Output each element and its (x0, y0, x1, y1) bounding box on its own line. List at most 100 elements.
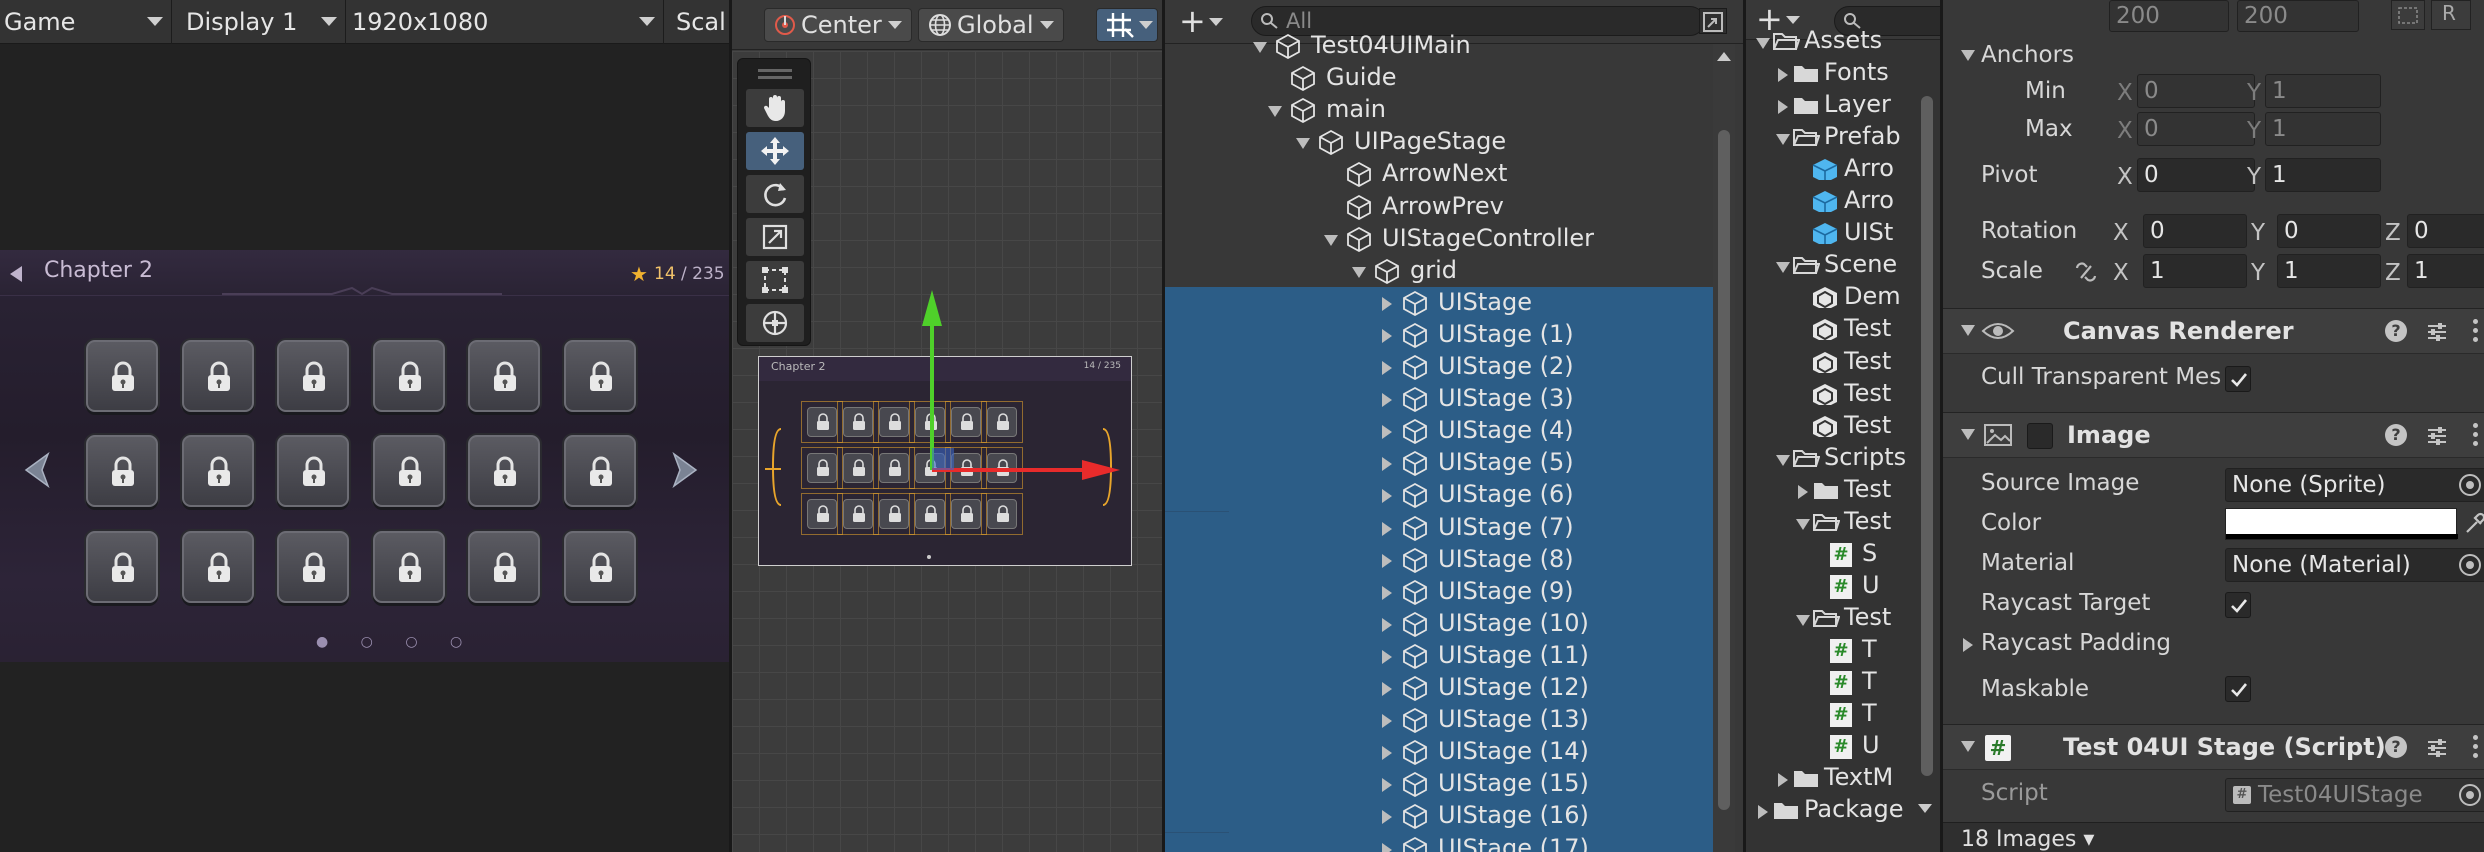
project-item[interactable]: Arro (1746, 154, 1916, 186)
scale-x-field[interactable]: 1 (2143, 254, 2247, 288)
scroll-up-icon[interactable] (1717, 52, 1731, 61)
presets-icon[interactable] (2425, 424, 2449, 448)
hand-tool-button[interactable] (746, 89, 804, 127)
collapse-arrow-icon[interactable] (1382, 746, 1392, 761)
hierarchy-item[interactable]: UIStage (8) (1165, 543, 1713, 576)
stage-tile[interactable] (468, 340, 540, 412)
hierarchy-item[interactable]: UIStage (1) (1165, 318, 1713, 351)
size-height-field[interactable]: 200 (2237, 0, 2359, 32)
display-dropdown[interactable]: Display 1 (172, 0, 346, 44)
link-icon[interactable] (2073, 260, 2099, 284)
collapse-arrow-icon[interactable] (1778, 68, 1788, 83)
stage-tile[interactable] (277, 340, 349, 412)
scale-y-field[interactable]: 1 (2277, 254, 2381, 288)
stage-tile[interactable] (277, 531, 349, 603)
collapse-arrow-icon[interactable] (1382, 682, 1392, 696)
project-item[interactable]: Fonts (1746, 58, 1916, 90)
rotation-x-field[interactable]: 0 (2143, 214, 2247, 248)
project-item[interactable]: # S (1746, 539, 1916, 571)
project-item[interactable]: Scene (1746, 250, 1916, 282)
help-icon[interactable]: ? (2385, 424, 2407, 446)
arrow-next-icon[interactable] (672, 452, 700, 488)
expand-arrow-icon[interactable] (1796, 518, 1810, 530)
project-item[interactable]: Test (1746, 347, 1916, 379)
stage-tile[interactable] (564, 531, 636, 603)
project-item[interactable]: Test (1746, 475, 1916, 507)
hierarchy-scrollbar[interactable] (1713, 44, 1735, 852)
stage-tile[interactable] (86, 531, 158, 603)
foldout-icon[interactable] (1961, 325, 1975, 336)
scale-z-field[interactable]: 1 (2407, 254, 2484, 288)
eyedropper-icon[interactable] (2463, 512, 2484, 536)
source-image-field[interactable]: None (Sprite) (2225, 468, 2484, 502)
project-item[interactable]: # U (1746, 731, 1916, 763)
expand-arrow-icon[interactable] (1296, 138, 1310, 150)
project-item[interactable]: TextM (1746, 763, 1916, 795)
collapse-arrow-icon[interactable] (1382, 617, 1392, 632)
project-item[interactable]: # U (1746, 571, 1916, 603)
rect-tool-button[interactable] (746, 261, 804, 299)
collapse-arrow-icon[interactable] (1758, 805, 1768, 820)
stage-tile[interactable] (468, 531, 540, 603)
hierarchy-item[interactable]: UIStage (9) (1165, 575, 1713, 608)
hierarchy-item[interactable]: UIStageController (1165, 223, 1713, 255)
object-picker-icon[interactable] (2459, 554, 2481, 576)
project-scrollbar[interactable] (1916, 44, 1938, 814)
stage-tile[interactable] (277, 435, 349, 507)
expand-arrow-icon[interactable] (1776, 134, 1790, 146)
stage-tile[interactable] (86, 435, 158, 507)
hierarchy-item[interactable]: Guide (1165, 62, 1713, 94)
game-mode-dropdown[interactable]: Game (0, 0, 172, 44)
stage-tile[interactable] (373, 531, 445, 603)
hierarchy-item[interactable]: UIStage (12) (1165, 672, 1713, 704)
expand-arrow-icon[interactable] (1756, 38, 1770, 49)
context-menu-icon[interactable] (2473, 735, 2479, 759)
project-item[interactable]: Dem (1746, 282, 1916, 314)
hierarchy-item[interactable]: Test04UIMain (1165, 30, 1713, 62)
collapse-arrow-icon[interactable] (1382, 521, 1392, 536)
project-item[interactable]: Arro (1746, 186, 1916, 218)
chevron-down-icon[interactable] (1786, 16, 1800, 24)
collapse-arrow-icon[interactable] (1382, 585, 1392, 600)
collapse-arrow-icon[interactable] (1382, 810, 1392, 825)
hierarchy-item[interactable]: main (1165, 94, 1713, 126)
hierarchy-item[interactable]: UIStage (1165, 286, 1713, 319)
transform-tool-button[interactable] (746, 304, 804, 342)
foldout-icon[interactable] (1961, 741, 1975, 752)
help-icon[interactable]: ? (2385, 320, 2407, 342)
scroll-down-icon[interactable] (1918, 804, 1932, 813)
expand-arrow-icon[interactable] (1796, 614, 1810, 626)
project-item[interactable]: Test (1746, 411, 1916, 443)
hierarchy-item[interactable]: UIStage (6) (1165, 479, 1713, 512)
hierarchy-item[interactable]: UIPageStage (1165, 126, 1713, 158)
hierarchy-item[interactable]: grid (1165, 255, 1713, 287)
collapse-arrow-icon[interactable] (1778, 773, 1788, 788)
anchor-max-x-field[interactable]: 0 (2137, 112, 2255, 146)
arrow-prev-icon[interactable] (22, 452, 50, 488)
chevron-down-icon[interactable] (1209, 18, 1223, 26)
hierarchy-item[interactable]: UIStage (7) (1165, 511, 1713, 544)
scrollbar-thumb[interactable] (1718, 130, 1730, 810)
hierarchy-item[interactable]: UIStage (14) (1165, 736, 1713, 769)
project-item[interactable]: Assets (1746, 26, 1916, 58)
cull-transparent-checkbox[interactable] (2225, 366, 2251, 392)
presets-icon[interactable] (2425, 736, 2449, 760)
scale-slider-label[interactable]: Scal (664, 0, 729, 44)
blueprint-button[interactable] (2391, 0, 2425, 30)
raycast-target-checkbox[interactable] (2225, 592, 2251, 618)
collapse-arrow-icon[interactable] (1382, 425, 1392, 440)
raycast-padding-foldout-icon[interactable] (1963, 638, 1973, 652)
move-gizmo-icon[interactable] (912, 286, 1162, 506)
project-item[interactable]: UISt (1746, 218, 1916, 250)
preview-footer[interactable]: 18 Images ▾ (1943, 822, 2484, 852)
project-item[interactable]: Layer (1746, 90, 1916, 122)
expand-arrow-icon[interactable] (1776, 454, 1790, 466)
maskable-checkbox[interactable] (2225, 676, 2251, 702)
scrollbar-thumb[interactable] (1921, 96, 1933, 776)
canvas-renderer-header[interactable]: Canvas Renderer ? (1943, 308, 2484, 354)
stage-tile[interactable] (182, 340, 254, 412)
stage-tile[interactable] (564, 340, 636, 412)
resolution-dropdown[interactable]: 1920x1080 (346, 0, 664, 44)
anchor-min-y-field[interactable]: 1 (2265, 74, 2381, 108)
rotation-z-field[interactable]: 0 (2407, 214, 2484, 248)
